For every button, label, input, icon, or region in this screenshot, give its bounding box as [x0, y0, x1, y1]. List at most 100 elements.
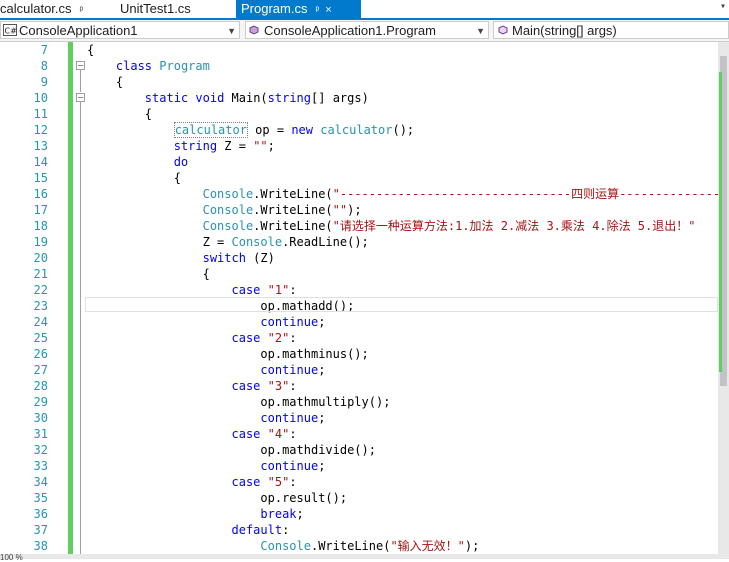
code-line[interactable]: 21 {: [0, 266, 718, 282]
code-line[interactable]: 10 static void Main(string[] args): [0, 90, 718, 106]
tab-label: UnitTest1.cs: [120, 1, 191, 16]
code-line[interactable]: 18 Console.WriteLine("请选择一种运算方法:1.加法 2.减…: [0, 218, 718, 234]
project-dropdown[interactable]: C# ConsoleApplication1 ▼: [0, 21, 240, 39]
code-text: {: [87, 266, 210, 282]
code-token: "1": [267, 283, 290, 297]
code-line[interactable]: 31 case "4":: [0, 426, 718, 442]
code-text: calculator op = new calculator();: [87, 122, 414, 138]
member-dropdown[interactable]: Main(string[] args): [493, 21, 729, 39]
code-line[interactable]: 8 class Program: [0, 58, 718, 74]
code-line[interactable]: 13 string Z = "";: [0, 138, 718, 154]
code-line[interactable]: 25 case "2":: [0, 330, 718, 346]
code-line[interactable]: 33 continue;: [0, 458, 718, 474]
code-token: Console: [260, 539, 311, 553]
line-number: 11: [33, 107, 48, 121]
vertical-scrollbar[interactable]: [718, 42, 729, 554]
code-line[interactable]: 9 {: [0, 74, 718, 90]
code-text: {: [87, 170, 181, 186]
tab-calculator-cs[interactable]: calculator.cs ᵖ: [0, 0, 110, 19]
code-line[interactable]: 19 Z = Console.ReadLine();: [0, 234, 718, 250]
code-text: break;: [87, 506, 303, 522]
code-text: {: [87, 42, 94, 58]
code-line[interactable]: 29 op.mathmultiply();: [0, 394, 718, 410]
code-line[interactable]: 32 op.mathdivide();: [0, 442, 718, 458]
class-dropdown[interactable]: ConsoleApplication1.Program ▼: [245, 21, 489, 39]
code-token: break: [260, 507, 297, 521]
outline-guide: [80, 102, 81, 554]
code-token: static: [144, 91, 189, 105]
code-line[interactable]: 11 {: [0, 106, 718, 122]
code-line[interactable]: 36 break;: [0, 506, 718, 522]
tab-unittest1-cs[interactable]: UnitTest1.cs: [120, 0, 230, 19]
code-line[interactable]: 30 continue;: [0, 410, 718, 426]
collapse-class-icon[interactable]: −: [76, 61, 85, 70]
line-number: 34: [33, 475, 48, 489]
code-line[interactable]: 7{: [0, 42, 718, 58]
code-token: calculator: [173, 122, 248, 138]
line-number: 15: [33, 171, 48, 185]
code-token: Console: [202, 203, 254, 217]
tab-overflow-icon[interactable]: ▾: [720, 1, 726, 12]
code-text: op.mathmultiply();: [87, 394, 390, 410]
code-line[interactable]: 28 case "3":: [0, 378, 718, 394]
code-line[interactable]: 34 case "5":: [0, 474, 718, 490]
code-token: op =: [247, 123, 292, 137]
line-number: 13: [33, 139, 48, 153]
code-line[interactable]: 17 Console.WriteLine("");: [0, 202, 718, 218]
code-token: :: [289, 475, 297, 489]
code-token: switch: [202, 251, 246, 265]
pin-icon[interactable]: ᵖ: [315, 5, 319, 16]
code-text: do: [87, 154, 188, 170]
method-icon: [498, 25, 508, 35]
code-token: (Z): [245, 251, 275, 265]
code-text: Console.WriteLine("输入无效！");: [87, 538, 479, 554]
csharp-project-icon: C#: [3, 24, 17, 36]
tab-program-cs[interactable]: Program.cs ᵖ ×: [236, 0, 361, 19]
code-line[interactable]: 20 switch (Z): [0, 250, 718, 266]
zoom-level[interactable]: 100 %: [0, 553, 23, 562]
code-line[interactable]: 14 do: [0, 154, 718, 170]
code-token: op.mathdivide();: [87, 443, 376, 457]
code-line[interactable]: 16 Console.WriteLine("------------------…: [0, 186, 718, 202]
code-text: Console.WriteLine("请选择一种运算方法:1.加法 2.减法 3…: [87, 218, 696, 234]
code-line[interactable]: 37 default:: [0, 522, 718, 538]
line-number: 27: [33, 363, 48, 377]
code-token: continue: [260, 411, 319, 425]
close-icon[interactable]: ×: [325, 4, 331, 16]
line-number: 12: [33, 123, 48, 137]
line-number: 23: [33, 299, 48, 313]
code-token: Z =: [87, 235, 232, 249]
code-line[interactable]: 27 continue;: [0, 362, 718, 378]
horizontal-scrollbar[interactable]: [0, 554, 729, 559]
code-line[interactable]: 15 {: [0, 170, 718, 186]
code-line[interactable]: 22 case "1":: [0, 282, 718, 298]
code-token: ;: [318, 315, 326, 329]
line-number: 29: [33, 395, 48, 409]
line-number: 28: [33, 379, 48, 393]
line-number: 7: [40, 43, 48, 57]
line-number: 18: [33, 219, 48, 233]
code-text: continue;: [87, 314, 325, 330]
code-token: "": [253, 139, 268, 153]
code-line[interactable]: 26 op.mathminus();: [0, 346, 718, 362]
code-line[interactable]: 12 calculator op = new calculator();: [0, 122, 718, 138]
code-token: ;: [267, 139, 275, 153]
code-line[interactable]: 35 op.result();: [0, 490, 718, 506]
line-number: 9: [40, 75, 48, 89]
code-line[interactable]: 38 Console.WriteLine("输入无效！");: [0, 538, 718, 554]
collapse-method-icon[interactable]: −: [76, 93, 85, 102]
code-text: class Program: [87, 58, 210, 74]
change-tracking-margin: [68, 42, 73, 554]
code-line[interactable]: 24 continue;: [0, 314, 718, 330]
pin-icon[interactable]: ᵖ: [80, 5, 84, 16]
